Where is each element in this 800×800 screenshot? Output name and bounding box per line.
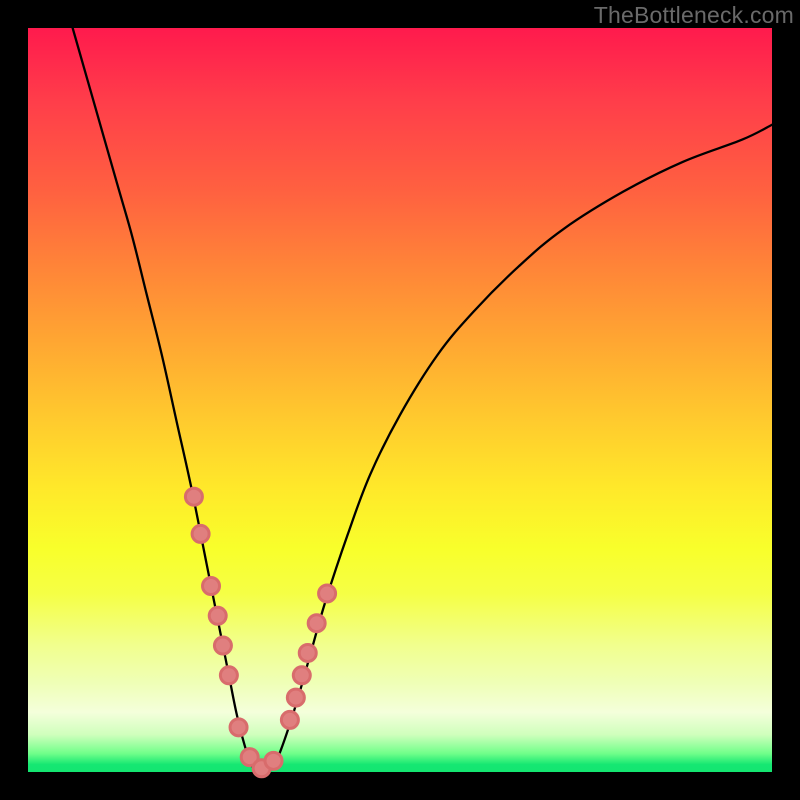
curve-marker [287,689,304,706]
curve-marker [185,488,202,505]
bottleneck-curve [73,28,772,773]
curve-marker [265,752,282,769]
marker-group [185,488,335,777]
curve-marker [299,644,316,661]
watermark-text: TheBottleneck.com [594,2,794,29]
curve-marker [308,615,325,632]
curve-marker [281,711,298,728]
curve-marker [192,525,209,542]
bottleneck-plot [28,28,772,772]
curve-marker [319,585,336,602]
chart-frame [28,28,772,772]
curve-marker [293,667,310,684]
curve-marker [203,578,220,595]
curve-marker [209,607,226,624]
curve-marker [230,719,247,736]
curve-marker [220,667,237,684]
curve-marker [214,637,231,654]
